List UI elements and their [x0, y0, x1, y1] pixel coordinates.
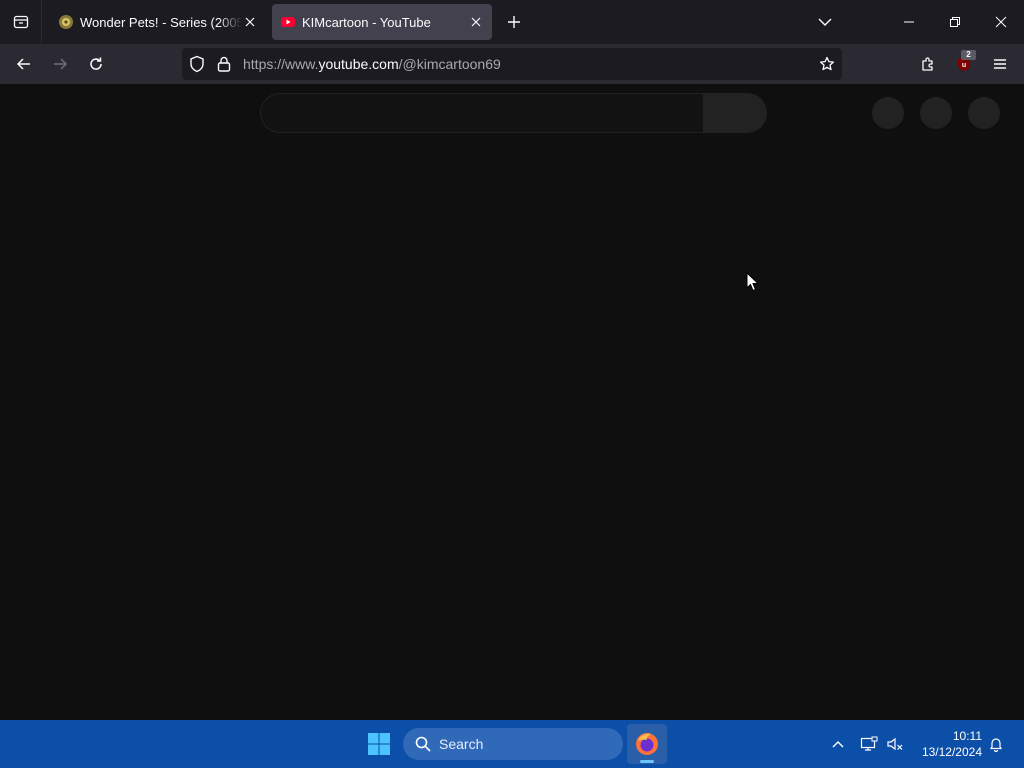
running-app-indicator: [640, 760, 654, 763]
minimize-button[interactable]: [886, 0, 932, 44]
firefox-view-button[interactable]: [0, 0, 42, 44]
url-bar[interactable]: https://www.youtube.com/@kimcartoon69: [182, 48, 842, 80]
new-tab-button[interactable]: [502, 10, 526, 34]
plus-icon: [508, 16, 520, 28]
firefox-icon: [636, 733, 658, 755]
windows-taskbar: Search 10:11 13/12/2024: [0, 720, 1024, 768]
volume-tray-button[interactable]: [884, 732, 906, 756]
start-button[interactable]: [364, 726, 394, 762]
header-button-placeholder[interactable]: [872, 97, 904, 129]
close-tab-icon[interactable]: [242, 14, 258, 30]
page-content: [0, 84, 1024, 720]
show-hidden-icons-button[interactable]: [827, 732, 849, 756]
close-window-button[interactable]: [978, 0, 1024, 44]
clock-date: 13/12/2024: [921, 745, 982, 759]
star-icon: [819, 56, 835, 71]
taskbar-clock[interactable]: 10:11 13/12/2024: [914, 728, 982, 760]
taskbar-firefox-app[interactable]: [627, 724, 667, 764]
youtube-search-input-placeholder[interactable]: [260, 93, 704, 133]
speaker-muted-icon: [887, 737, 903, 751]
reload-icon: [90, 57, 102, 70]
back-button[interactable]: [10, 50, 38, 78]
close-icon: [995, 16, 1007, 28]
url-text[interactable]: https://www.youtube.com/@kimcartoon69: [243, 56, 501, 72]
minimize-icon: [904, 21, 914, 23]
network-tray-button[interactable]: [858, 732, 880, 756]
wonder-pets-favicon-icon: [59, 15, 73, 29]
forward-button[interactable]: [46, 50, 74, 78]
restore-icon: [950, 17, 960, 27]
puzzle-piece-icon: [922, 57, 933, 71]
tab-title: Wonder Pets! - Series (2005-2016): [80, 14, 242, 30]
firefox-view-icon: [13, 15, 28, 29]
taskbar-search-box[interactable]: Search: [403, 728, 623, 760]
reload-button[interactable]: [82, 50, 110, 78]
lock-icon[interactable]: [216, 55, 232, 78]
tracking-protection-shield-icon[interactable]: [188, 55, 206, 78]
close-tab-icon[interactable]: [468, 14, 484, 30]
extension-badge: 2: [961, 50, 976, 60]
windows-logo-icon: [368, 733, 390, 755]
search-icon: [415, 736, 431, 752]
avatar-placeholder[interactable]: [968, 97, 1000, 129]
navigation-toolbar: https://www.youtube.com/@kimcartoon69 u …: [0, 44, 1024, 84]
taskbar-search-label: Search: [439, 736, 484, 752]
mouse-cursor-icon: [746, 272, 760, 292]
chevron-down-icon: [818, 18, 832, 26]
window-controls: [886, 0, 1024, 44]
display-network-icon: [860, 736, 878, 751]
bell-icon: [989, 738, 1003, 752]
svg-text:u: u: [962, 62, 966, 69]
tab-wonder-pets[interactable]: Wonder Pets! - Series (2005-2016): [50, 4, 266, 40]
clock-time: 10:11: [952, 729, 982, 743]
back-arrow-icon: [16, 58, 30, 70]
app-menu-button[interactable]: [986, 50, 1014, 78]
tab-title: KIMcartoon - YouTube: [302, 14, 431, 30]
url-scheme: https://www.: [243, 56, 319, 72]
url-host: youtube.com: [318, 56, 399, 72]
youtube-favicon-icon: [281, 17, 295, 27]
tab-bar: Wonder Pets! - Series (2005-2016) KIMcar…: [0, 0, 1024, 44]
youtube-search-button-placeholder[interactable]: [703, 93, 767, 133]
forward-arrow-icon: [54, 58, 68, 70]
tab-kimcartoon[interactable]: KIMcartoon - YouTube: [272, 4, 492, 40]
list-all-tabs-button[interactable]: [812, 10, 838, 34]
notifications-button[interactable]: [985, 732, 1007, 756]
header-button-placeholder[interactable]: [920, 97, 952, 129]
extensions-button[interactable]: [914, 50, 942, 78]
hamburger-menu-icon: [994, 59, 1006, 69]
bookmark-star-button[interactable]: [816, 53, 838, 75]
chevron-up-icon: [832, 741, 844, 748]
restore-button[interactable]: [932, 0, 978, 44]
url-path: /@kimcartoon69: [398, 56, 501, 72]
